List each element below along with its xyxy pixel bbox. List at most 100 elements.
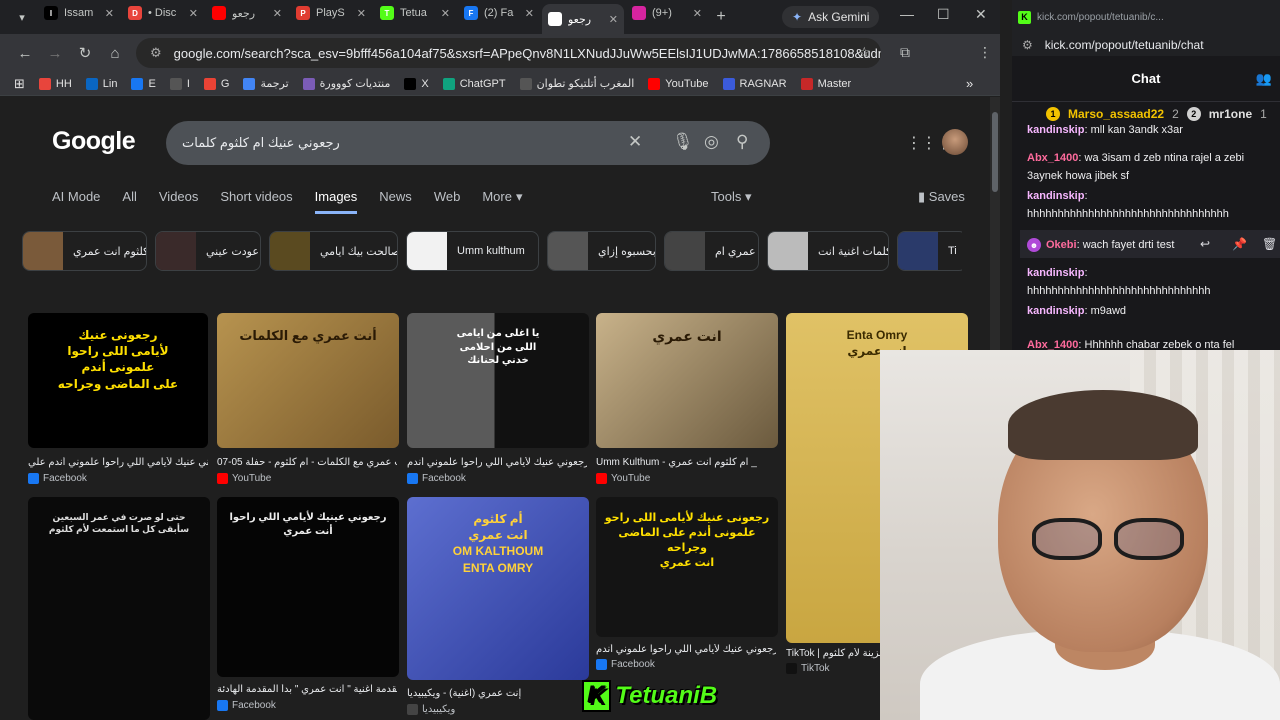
ask-gemini-button[interactable]: ✦ Ask Gemini: [782, 6, 880, 28]
tools-button[interactable]: Tools ▾: [711, 189, 752, 205]
close-window-icon[interactable]: ✕: [975, 6, 987, 23]
image-result[interactable]: رجعوني عينيك لأيامي اللي راحوا أنت عمري: [217, 497, 399, 677]
reload-icon[interactable]: ↻: [70, 44, 100, 62]
browser-tab[interactable]: رجعو ✕: [206, 0, 288, 26]
image-result[interactable]: أنت عمري مع الكلمات: [217, 313, 399, 448]
chat-username[interactable]: kandinskip: [1027, 124, 1084, 136]
image-caption[interactable]: Umm Kulthum - ام كلثوم انت عمري _: [596, 457, 776, 468]
tab-close-icon[interactable]: ✕: [609, 13, 618, 26]
image-source[interactable]: Facebook: [217, 700, 276, 711]
browser-tab[interactable]: T Tetua ✕: [374, 0, 456, 26]
site-info-icon[interactable]: ⚙: [150, 45, 162, 61]
new-tab-button[interactable]: +: [708, 8, 734, 26]
bookmark-item[interactable]: Lin: [85, 77, 117, 90]
image-caption[interactable]: كل - رجعوني عنيك لأيامي اللي راحوا علمون…: [596, 644, 776, 655]
related-chip[interactable]: صالحت بيك ايامي: [269, 231, 398, 271]
tab-close-icon[interactable]: ✕: [105, 7, 114, 20]
search-tab[interactable]: Short videos: [220, 189, 292, 214]
minimize-icon[interactable]: —: [900, 6, 914, 22]
image-caption[interactable]: تحليل مقدمة اغنية " انت عمري " بدأ المقد…: [217, 684, 397, 695]
address-bar[interactable]: ⚙ google.com/search?sca_esv=9bfff456a104…: [136, 38, 881, 68]
home-icon[interactable]: ⌂: [100, 45, 130, 62]
clear-search-icon[interactable]: ✕: [628, 132, 642, 152]
related-chip[interactable]: كلثوم انت عمري: [22, 231, 147, 271]
tab-close-icon[interactable]: ✕: [693, 7, 702, 20]
bookmark-item[interactable]: RAGNAR: [722, 77, 787, 90]
extensions-icon[interactable]: ⧉: [900, 44, 910, 61]
tab-close-icon[interactable]: ✕: [273, 7, 282, 20]
chat-username[interactable]: kandinskip: [1027, 267, 1084, 279]
chat-message[interactable]: kandinskip: mll kan 3andk x3ar: [1027, 124, 1265, 139]
bookmark-item[interactable]: المغرب أتلتيكو تطوان: [519, 77, 634, 90]
tab-close-icon[interactable]: ✕: [357, 7, 366, 20]
bookmark-item[interactable]: منتديات كووورة: [302, 77, 390, 90]
more-bookmarks-icon[interactable]: »: [966, 76, 973, 91]
pin-icon[interactable]: 📌: [1232, 237, 1247, 251]
menu-kebab-icon[interactable]: ⋮: [978, 44, 992, 61]
chat-message[interactable]: kandinskip: m9awd: [1027, 302, 1265, 320]
browser-tab[interactable]: D • Disc ✕: [122, 0, 204, 26]
related-chip[interactable]: كلمات اغنية انت: [767, 231, 889, 271]
bookmark-item[interactable]: HH: [38, 77, 72, 90]
search-tab[interactable]: More: [482, 189, 512, 214]
chat-username[interactable]: kandinskip: [1027, 305, 1084, 317]
search-tab[interactable]: All: [122, 189, 136, 214]
chat-users-icon[interactable]: 👥: [1256, 71, 1272, 87]
tab-search-icon[interactable]: ▾: [8, 5, 36, 29]
google-account-avatar[interactable]: [942, 129, 968, 155]
tab-close-icon[interactable]: ✕: [525, 7, 534, 20]
browser-tab[interactable]: (9+) ✕: [626, 0, 708, 26]
gifter-name[interactable]: Marso_assaad22: [1068, 107, 1164, 121]
forward-icon[interactable]: →: [40, 45, 70, 62]
tab-close-icon[interactable]: ✕: [441, 7, 450, 20]
maximize-icon[interactable]: ☐: [937, 6, 950, 23]
chat-message[interactable]: Okebi: wach fayet drti test: [1046, 236, 1186, 254]
bookmark-item[interactable]: G: [203, 77, 229, 90]
image-source[interactable]: Facebook: [28, 473, 87, 484]
image-result[interactable]: يا اغلى من ايامى اللى من احلامى خدني لحن…: [407, 313, 589, 448]
browser-tab[interactable]: F (2) Fa ✕: [458, 0, 540, 26]
reply-icon[interactable]: ↩: [1200, 237, 1210, 251]
chat-message[interactable]: kandinskip: hhhhhhhhhhhhhhhhhhhhhhhhhhhh…: [1027, 187, 1265, 223]
chat-message[interactable]: Abx_1400: wa 3isam d zeb ntina rajel a z…: [1027, 149, 1265, 185]
search-tab[interactable]: Web: [434, 189, 461, 214]
image-result[interactable]: رجعونى عنيك لأيامى اللى راحوا علمونى أند…: [28, 313, 208, 448]
bookmark-item[interactable]: ChatGPT: [442, 77, 506, 90]
image-caption[interactable]: رجعوني عنيك لأيامي اللي راحوا علموني أند…: [28, 457, 208, 468]
search-icon[interactable]: ⚲: [736, 132, 748, 152]
related-chip[interactable]: بحسبوه إزاي: [547, 231, 656, 271]
chat-username[interactable]: Abx_1400: [1027, 152, 1078, 164]
browser-tab[interactable]: I Issam ✕: [38, 0, 120, 26]
google-logo[interactable]: Google: [52, 127, 136, 156]
delete-icon[interactable]: 🗑: [1262, 237, 1277, 251]
search-query[interactable]: رجعوني عنيك ام كلثوم كلمات: [182, 135, 340, 151]
bookmark-item[interactable]: ترجمة: [243, 77, 289, 90]
chat-message[interactable]: kandinskip: hhhhhhhhhhhhhhhhhhhhhhhhhhhh…: [1027, 264, 1265, 300]
search-tab[interactable]: AI Mode: [52, 189, 100, 214]
image-source[interactable]: Facebook: [596, 659, 655, 670]
apps-grid-icon[interactable]: ⊞: [14, 76, 25, 92]
bookmark-item[interactable]: YouTube: [648, 77, 709, 90]
image-result[interactable]: حتى لو صرت في عمر السبعين سأبقى كل ما اس…: [28, 497, 210, 720]
lens-icon[interactable]: ◎: [704, 132, 719, 152]
image-result[interactable]: أم كلثوم انت عمري OM KALTHOUM ENTA OMRY: [407, 497, 589, 680]
related-chip[interactable]: Ti: [897, 231, 962, 271]
chat-username[interactable]: Okebi: [1046, 239, 1077, 251]
related-chip[interactable]: عودت عيني: [155, 231, 261, 271]
chat-message[interactable]: Abx_1400: Hhhhhh chabar zebek o nta fel: [1027, 336, 1265, 350]
chat-username[interactable]: kandinskip: [1027, 190, 1084, 202]
chat-site-info-icon[interactable]: ⚙: [1022, 38, 1033, 52]
saves-button[interactable]: ▮ Saves: [918, 189, 965, 205]
scrollbar-thumb[interactable]: [992, 112, 998, 192]
image-caption[interactable]: أنت عمري مع الكلمات - ام كلثوم - حفلة 05…: [217, 457, 397, 468]
chat-username[interactable]: Abx_1400: [1027, 339, 1078, 350]
image-result[interactable]: رجعونى عنيك لأيامى اللى راحو علمونى أندم…: [596, 497, 778, 637]
more-chevron-icon[interactable]: ▾: [516, 189, 523, 214]
related-chip[interactable]: عمري ام: [664, 231, 759, 271]
google-search-box[interactable]: رجعوني عنيك ام كلثوم كلمات ✕ 🎙 ◎ ⚲: [166, 121, 770, 165]
image-source[interactable]: ويكيبيديا: [407, 704, 455, 715]
bookmark-item[interactable]: Master: [800, 77, 851, 90]
search-tab[interactable]: Images: [314, 189, 358, 214]
image-source[interactable]: TikTok: [786, 663, 830, 674]
back-icon[interactable]: ←: [10, 45, 40, 62]
